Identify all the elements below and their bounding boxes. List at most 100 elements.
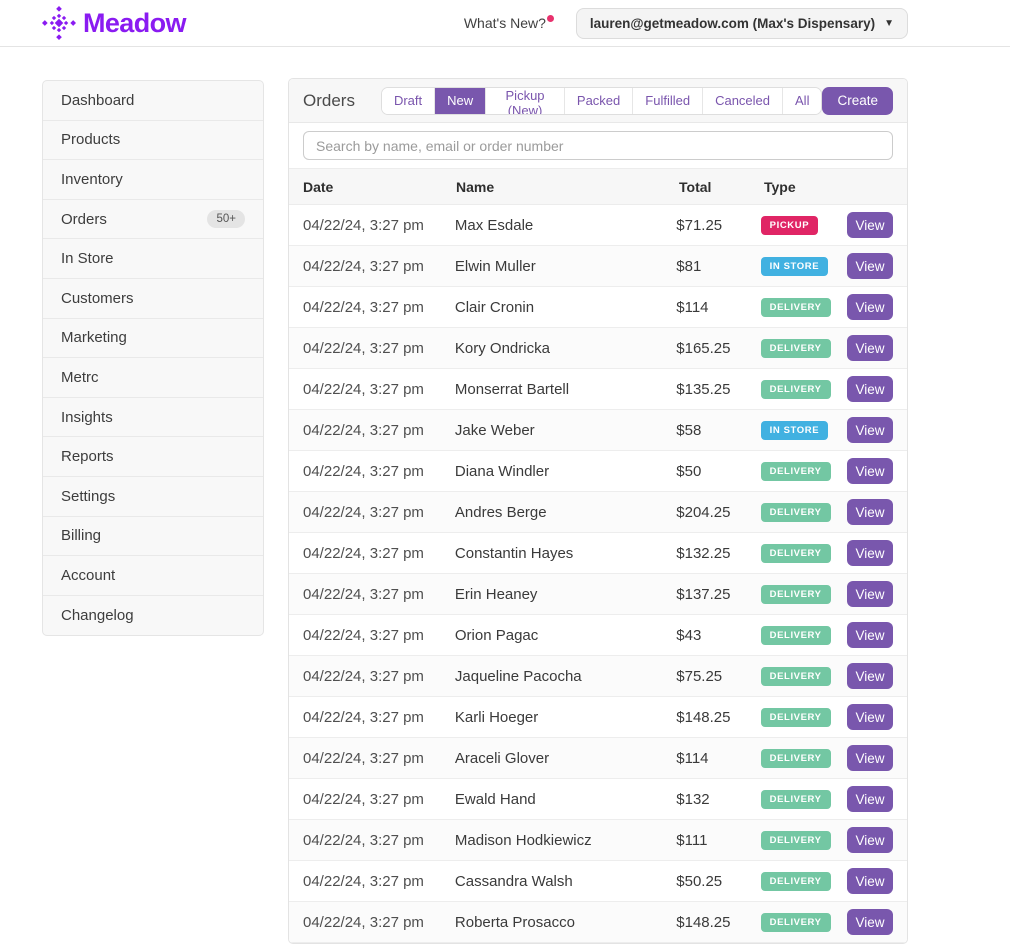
sidebar-item-label: In Store <box>61 250 114 267</box>
order-customer-name: Cassandra Walsh <box>455 873 676 890</box>
view-order-button[interactable]: View <box>847 540 893 566</box>
view-order-button[interactable]: View <box>847 212 893 238</box>
sidebar-item-account[interactable]: Account <box>43 556 263 596</box>
view-order-button[interactable]: View <box>847 417 893 443</box>
order-type-badge: PICKUP <box>761 216 819 235</box>
sidebar-item-products[interactable]: Products <box>43 121 263 161</box>
order-total: $114 <box>676 750 760 767</box>
tab-fulfilled[interactable]: Fulfilled <box>632 88 702 114</box>
order-customer-name: Jake Weber <box>455 422 676 439</box>
view-order-button[interactable]: View <box>847 786 893 812</box>
tab-packed[interactable]: Packed <box>564 88 632 114</box>
table-row: 04/22/24, 3:27 pm Araceli Glover $114 DE… <box>289 738 907 779</box>
view-order-button[interactable]: View <box>847 827 893 853</box>
order-total: $132 <box>676 791 760 808</box>
create-order-button[interactable]: Create <box>822 87 893 115</box>
view-order-button[interactable]: View <box>847 909 893 935</box>
table-row: 04/22/24, 3:27 pm Diana Windler $50 DELI… <box>289 451 907 492</box>
order-type-badge: DELIVERY <box>761 831 831 850</box>
view-order-button[interactable]: View <box>847 745 893 771</box>
order-type-badge: DELIVERY <box>761 503 831 522</box>
order-date: 04/22/24, 3:27 pm <box>303 504 455 521</box>
sidebar-item-label: Customers <box>61 290 134 307</box>
order-date: 04/22/24, 3:27 pm <box>303 586 455 603</box>
column-header-total: Total <box>679 179 764 195</box>
sidebar-item-settings[interactable]: Settings <box>43 477 263 517</box>
order-customer-name: Kory Ondricka <box>455 340 676 357</box>
sidebar-item-label: Inventory <box>61 171 123 188</box>
order-total: $165.25 <box>676 340 760 357</box>
table-row: 04/22/24, 3:27 pm Erin Heaney $137.25 DE… <box>289 574 907 615</box>
sidebar-item-in-store[interactable]: In Store <box>43 239 263 279</box>
view-order-button[interactable]: View <box>847 499 893 525</box>
view-order-button[interactable]: View <box>847 458 893 484</box>
order-date: 04/22/24, 3:27 pm <box>303 299 455 316</box>
sidebar-item-label: Orders <box>61 211 107 228</box>
sidebar-item-inventory[interactable]: Inventory <box>43 160 263 200</box>
view-order-button[interactable]: View <box>847 663 893 689</box>
sidebar-item-dashboard[interactable]: Dashboard <box>43 81 263 121</box>
order-customer-name: Erin Heaney <box>455 586 676 603</box>
sidebar-item-label: Changelog <box>61 607 134 624</box>
order-customer-name: Monserrat Bartell <box>455 381 676 398</box>
sidebar-item-label: Marketing <box>61 329 127 346</box>
view-order-button[interactable]: View <box>847 704 893 730</box>
order-customer-name: Orion Pagac <box>455 627 676 644</box>
sidebar-item-label: Billing <box>61 527 101 544</box>
order-date: 04/22/24, 3:27 pm <box>303 340 455 357</box>
view-order-button[interactable]: View <box>847 868 893 894</box>
order-type-badge: IN STORE <box>761 421 829 440</box>
brand-logo[interactable]: Meadow <box>42 6 186 40</box>
sidebar-item-reports[interactable]: Reports <box>43 437 263 477</box>
sidebar-item-orders[interactable]: Orders 50+ <box>43 200 263 240</box>
order-date: 04/22/24, 3:27 pm <box>303 873 455 890</box>
whats-new-link[interactable]: What's New? <box>464 15 554 31</box>
view-order-button[interactable]: View <box>847 581 893 607</box>
order-total: $81 <box>676 258 760 275</box>
order-type-badge: DELIVERY <box>761 462 831 481</box>
account-menu-button[interactable]: lauren@getmeadow.com (Max's Dispensary) … <box>576 8 908 39</box>
table-row: 04/22/24, 3:27 pm Monserrat Bartell $135… <box>289 369 907 410</box>
order-type-badge: DELIVERY <box>761 790 831 809</box>
sidebar-item-insights[interactable]: Insights <box>43 398 263 438</box>
order-type-badge: DELIVERY <box>761 380 831 399</box>
order-date: 04/22/24, 3:27 pm <box>303 422 455 439</box>
view-order-button[interactable]: View <box>847 294 893 320</box>
orders-table-body: 04/22/24, 3:27 pm Max Esdale $71.25 PICK… <box>289 205 907 943</box>
order-total: $132.25 <box>676 545 760 562</box>
sidebar-item-billing[interactable]: Billing <box>43 517 263 557</box>
column-header-name: Name <box>456 179 679 195</box>
sidebar-item-changelog[interactable]: Changelog <box>43 596 263 636</box>
order-date: 04/22/24, 3:27 pm <box>303 832 455 849</box>
order-total: $137.25 <box>676 586 760 603</box>
view-order-button[interactable]: View <box>847 335 893 361</box>
search-input[interactable] <box>303 131 893 160</box>
order-customer-name: Diana Windler <box>455 463 676 480</box>
order-date: 04/22/24, 3:27 pm <box>303 463 455 480</box>
tab-draft[interactable]: Draft <box>382 88 434 114</box>
order-date: 04/22/24, 3:27 pm <box>303 217 455 234</box>
tab-new[interactable]: New <box>434 88 485 114</box>
order-type-badge: DELIVERY <box>761 544 831 563</box>
page-title: Orders <box>303 91 355 111</box>
order-type-badge: DELIVERY <box>761 872 831 891</box>
view-order-button[interactable]: View <box>847 622 893 648</box>
tab-all[interactable]: All <box>782 88 821 114</box>
table-row: 04/22/24, 3:27 pm Jaqueline Pacocha $75.… <box>289 656 907 697</box>
view-order-button[interactable]: View <box>847 376 893 402</box>
tab-canceled[interactable]: Canceled <box>702 88 782 114</box>
order-customer-name: Clair Cronin <box>455 299 676 316</box>
sidebar-item-label: Reports <box>61 448 114 465</box>
table-row: 04/22/24, 3:27 pm Elwin Muller $81 IN ST… <box>289 246 907 287</box>
tab-pickup-new[interactable]: Pickup (New) <box>485 88 564 114</box>
sidebar-item-metrc[interactable]: Metrc <box>43 358 263 398</box>
table-row: 04/22/24, 3:27 pm Ewald Hand $132 DELIVE… <box>289 779 907 820</box>
order-type-badge: DELIVERY <box>761 298 831 317</box>
view-order-button[interactable]: View <box>847 253 893 279</box>
order-total: $204.25 <box>676 504 760 521</box>
table-row: 04/22/24, 3:27 pm Andres Berge $204.25 D… <box>289 492 907 533</box>
sidebar-item-customers[interactable]: Customers <box>43 279 263 319</box>
order-customer-name: Constantin Hayes <box>455 545 676 562</box>
sidebar-item-marketing[interactable]: Marketing <box>43 319 263 359</box>
order-type-badge: DELIVERY <box>761 708 831 727</box>
